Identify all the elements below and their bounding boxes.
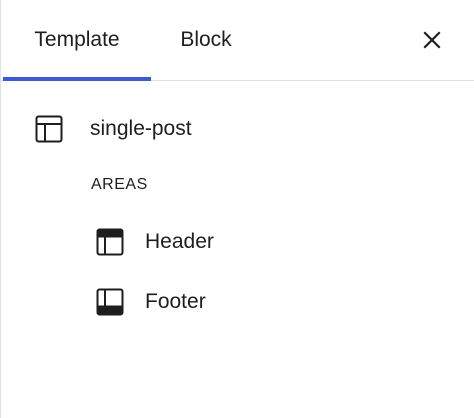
footer-icon bbox=[96, 288, 124, 316]
template-info: single-post bbox=[35, 113, 192, 145]
close-icon bbox=[420, 28, 444, 52]
sidebar-tabs: Template Block bbox=[1, 0, 474, 81]
area-item-footer[interactable]: Footer bbox=[96, 286, 206, 318]
tab-block[interactable]: Block bbox=[161, 0, 251, 80]
close-button[interactable] bbox=[420, 28, 444, 52]
template-name: single-post bbox=[90, 117, 192, 140]
layout-icon bbox=[35, 115, 63, 143]
tab-template-label: Template bbox=[34, 28, 120, 51]
tab-block-label: Block bbox=[180, 28, 232, 51]
area-label-footer: Footer bbox=[145, 290, 206, 313]
area-label-header: Header bbox=[145, 230, 214, 253]
areas-heading: AREAS bbox=[91, 176, 148, 193]
area-item-header[interactable]: Header bbox=[96, 226, 214, 258]
header-icon bbox=[96, 228, 124, 256]
tab-template[interactable]: Template bbox=[3, 0, 151, 81]
settings-sidebar: Template Block single-post AREAS Header … bbox=[0, 0, 474, 418]
